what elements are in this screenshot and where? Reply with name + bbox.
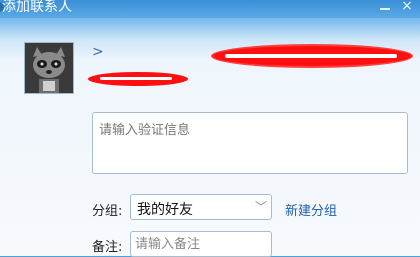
group-label: 分组: xyxy=(92,204,123,219)
expand-chevron-icon[interactable]: > xyxy=(92,44,104,60)
raccoon-avatar-icon xyxy=(25,43,73,93)
verification-message-box[interactable]: 请输入验证信息 xyxy=(92,112,408,174)
title-bar: 添加联系人 × xyxy=(0,0,420,18)
verification-placeholder: 请输入验证信息 xyxy=(99,123,191,138)
avatar xyxy=(24,42,74,94)
close-button[interactable]: × xyxy=(398,0,416,14)
redaction-mark-2 xyxy=(88,72,188,86)
minimize-button[interactable] xyxy=(376,0,394,12)
new-group-link[interactable]: 新建分组 xyxy=(285,200,337,219)
minimize-icon xyxy=(380,8,390,10)
group-select[interactable]: 我的好友 ﹀ xyxy=(130,194,272,220)
chevron-down-icon: ﹀ xyxy=(254,200,267,214)
redaction-mark-1 xyxy=(213,46,411,66)
note-label: 备注: xyxy=(92,240,123,255)
group-selected-value: 我的好友 xyxy=(137,202,193,218)
note-input[interactable] xyxy=(130,231,272,257)
window-title: 添加联系人 xyxy=(2,0,72,15)
